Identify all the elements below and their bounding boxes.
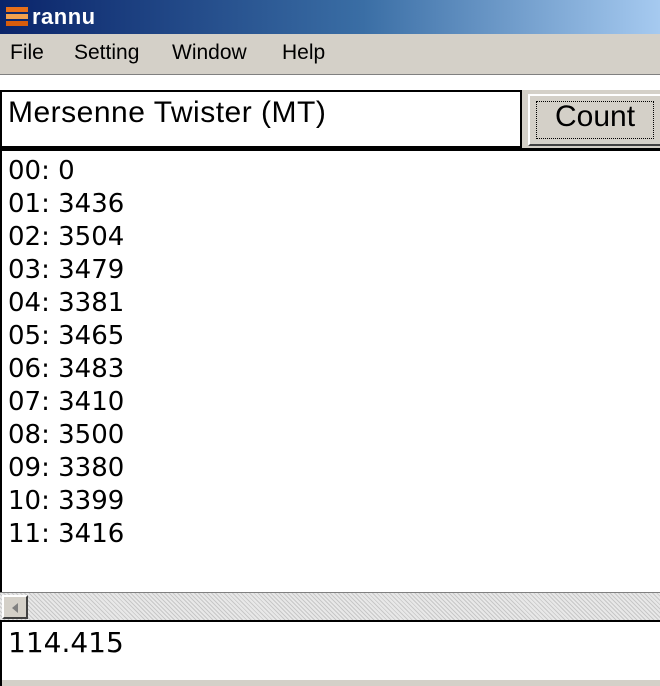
header-row: Mersenne Twister (MT) Count xyxy=(0,90,660,150)
title-bar[interactable]: rannu xyxy=(0,0,660,34)
list-item: 02: 3504 xyxy=(8,222,125,252)
list-item: 06: 3483 xyxy=(8,354,125,384)
status-area: 114.415 xyxy=(0,622,660,686)
results-list[interactable]: 00: 0 01: 3436 02: 3504 03: 3479 04: 338… xyxy=(0,148,660,592)
list-item: 08: 3500 xyxy=(8,420,125,450)
count-button-label: Count xyxy=(554,100,636,133)
list-item: 00: 0 xyxy=(8,156,75,186)
menu-bar: File Setting Window Help xyxy=(0,34,660,75)
menu-help[interactable]: Help xyxy=(282,41,325,65)
window-title: rannu xyxy=(32,4,96,29)
algorithm-label: Mersenne Twister (MT) xyxy=(8,96,327,129)
list-item: 10: 3399 xyxy=(8,486,125,516)
app-icon xyxy=(6,7,28,29)
list-item: 03: 3479 xyxy=(8,255,125,285)
list-item: 01: 3436 xyxy=(8,189,125,219)
algorithm-field[interactable]: Mersenne Twister (MT) xyxy=(0,90,522,148)
list-item: 04: 3381 xyxy=(8,288,125,318)
bottom-border xyxy=(2,680,660,686)
menu-window[interactable]: Window xyxy=(172,41,247,65)
menu-file[interactable]: File xyxy=(10,41,44,65)
list-item: 07: 3410 xyxy=(8,387,125,417)
list-item: 05: 3465 xyxy=(8,321,125,351)
elapsed-value: 114.415 xyxy=(8,626,124,659)
count-button[interactable]: Count xyxy=(528,94,660,146)
horizontal-scrollbar[interactable] xyxy=(0,592,660,622)
menu-setting[interactable]: Setting xyxy=(74,41,139,65)
list-item: 11: 3416 xyxy=(8,519,125,549)
list-item: 09: 3380 xyxy=(8,453,125,483)
arrow-left-icon xyxy=(12,603,18,613)
scroll-left-button[interactable] xyxy=(2,595,28,619)
